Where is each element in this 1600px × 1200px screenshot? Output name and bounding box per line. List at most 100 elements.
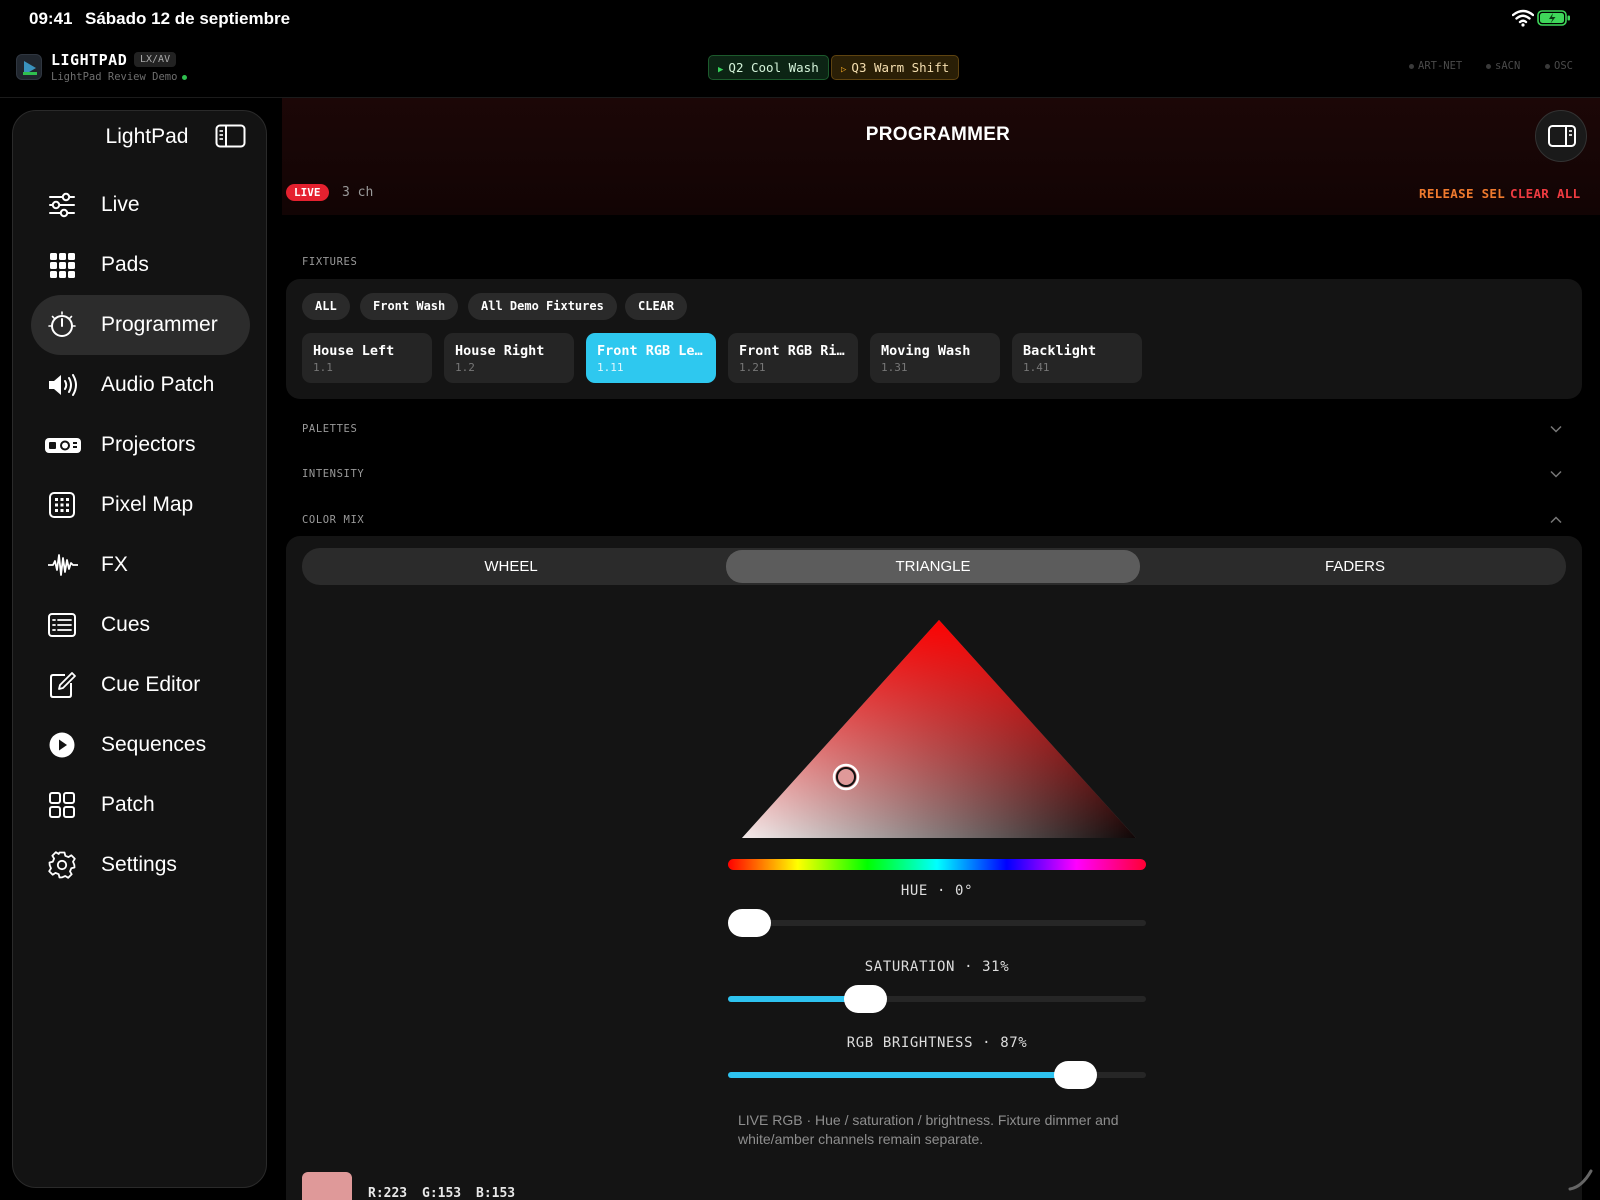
play-icon: ▶ [718, 65, 724, 75]
blue-value: B:153 [476, 1186, 516, 1200]
sidebar-item-label: FX [101, 553, 128, 576]
fixtures-panel: ALL Front Wash All Demo Fixtures CLEAR H… [286, 279, 1582, 399]
sidebar-item-sequences[interactable]: Sequences [31, 715, 250, 775]
mode-tab-faders[interactable]: FADERS [1148, 550, 1562, 583]
sidebar-item-pads[interactable]: Pads [31, 235, 250, 295]
section-label-color-mix[interactable]: COLOR MIX [302, 514, 364, 526]
sidebar-item-cue-editor[interactable]: Cue Editor [31, 655, 250, 715]
fixture-tile[interactable]: Front RGB Ri… 1.21 [728, 333, 858, 383]
sidebar-item-fx[interactable]: FX [31, 535, 250, 595]
mode-tab-wheel[interactable]: WHEEL [304, 550, 718, 583]
list-icon [48, 613, 76, 637]
sidebar-item-audio-patch[interactable]: Audio Patch [31, 355, 250, 415]
brightness-slider[interactable] [728, 1061, 1146, 1089]
saturation-slider-thumb[interactable] [844, 985, 888, 1013]
sidebar-item-label: Cues [101, 613, 151, 636]
sidebar-item-live[interactable]: Live [31, 175, 250, 235]
fixture-tile[interactable]: Backlight 1.41 [1012, 333, 1142, 383]
fixture-tile[interactable]: House Left 1.1 [302, 333, 432, 383]
sidebar-item-cues[interactable]: Cues [31, 595, 250, 655]
sidebar-item-label: Settings [101, 853, 177, 876]
sidebar-item-label: Live [101, 193, 140, 216]
sidebar-item-label: Projectors [101, 433, 196, 456]
sidebar-item-projectors[interactable]: Projectors [31, 415, 250, 475]
saturation-slider[interactable] [728, 985, 1146, 1013]
channel-count: 3 ch [342, 185, 374, 200]
status-date: Sábado 12 de septiembre [85, 9, 291, 28]
color-mix-note: LIVE RGB · Hue / saturation / brightness… [738, 1112, 1119, 1147]
mode-tab-triangle[interactable]: TRIANGLE [726, 550, 1140, 583]
scroll-grabber-icon[interactable] [1568, 1165, 1594, 1191]
sidebar-item-label: Audio Patch [101, 373, 215, 396]
battery-icon [1537, 10, 1570, 26]
sidebar-item-pixel-map[interactable]: Pixel Map [31, 475, 250, 535]
fixture-tile[interactable]: Moving Wash 1.31 [870, 333, 1000, 383]
fixture-tile[interactable]: House Right 1.2 [444, 333, 574, 383]
sidebar-item-label: Pads [101, 253, 149, 276]
sidebar-item-settings[interactable]: Settings [31, 835, 250, 895]
projector-icon [45, 438, 81, 453]
main-content: PROGRAMMER LIVE 3 ch RELEASE SEL CLEAR A… [282, 98, 1600, 1200]
speaker-icon [49, 374, 77, 396]
dial-icon [48, 311, 76, 337]
hue-spectrum-bar[interactable] [728, 859, 1146, 870]
chevron-down-icon[interactable] [1550, 425, 1562, 433]
inspector-toggle-button[interactable] [1535, 110, 1587, 162]
app-subtitle: LightPad Review Demo [51, 71, 188, 83]
color-triangle[interactable] [726, 616, 1146, 846]
group-chip-clear[interactable]: CLEAR [625, 293, 688, 320]
sliders-icon [49, 192, 75, 218]
fixture-address: 1.2 [455, 361, 475, 374]
programmer-header: PROGRAMMER LIVE 3 ch RELEASE SEL CLEAR A… [282, 98, 1600, 215]
sidebar-item-programmer[interactable]: Programmer [31, 295, 250, 355]
chevron-up-icon[interactable] [1550, 516, 1562, 524]
brightness-label: RGB BRIGHTNESS · 87% [846, 1035, 1028, 1051]
sidebar-item-label: Sequences [101, 733, 207, 756]
fixture-address: 1.31 [881, 361, 908, 374]
fixture-tile-selected[interactable]: Front RGB Le… 1.11 [586, 333, 716, 383]
sidebar-item-label: Programmer [101, 313, 218, 336]
section-label-palettes[interactable]: PALETTES [302, 423, 357, 435]
group-chip-all-demo-fixtures[interactable]: All Demo Fixtures [468, 293, 617, 320]
fixture-address: 1.21 [739, 361, 766, 374]
app-logo-icon [16, 54, 42, 80]
group-chip-all[interactable]: ALL [302, 293, 350, 320]
clear-all-button[interactable]: CLEAR ALL [1510, 186, 1580, 201]
chevron-down-icon[interactable] [1550, 470, 1562, 478]
green-value: G:153 [422, 1186, 462, 1200]
brightness-slider-thumb[interactable] [1054, 1061, 1098, 1089]
color-swatch [302, 1172, 352, 1200]
app-header: LIGHTPAD LX/AV LightPad Review Demo ▶ Q2 … [0, 38, 1600, 98]
sidebar-item-label: Patch [101, 793, 155, 816]
page-title: PROGRAMMER [865, 124, 1011, 145]
saturation-label: SATURATION · 31% [864, 959, 1010, 975]
fixture-name: House Right [455, 343, 545, 359]
play-outline-icon: ▷ [841, 65, 847, 75]
app-name: LIGHTPAD [51, 51, 128, 69]
hue-slider[interactable] [728, 909, 1146, 937]
sidebar-item-label: Pixel Map [101, 493, 194, 516]
release-selection-button[interactable]: RELEASE SEL [1419, 186, 1505, 201]
fixture-name: Moving Wash [881, 343, 971, 359]
sidebar-toggle-icon[interactable] [215, 124, 246, 148]
wifi-icon [1512, 9, 1534, 27]
sidebar: LightPad Live Pads Programmer Audio Patc… [12, 110, 267, 1188]
protocol-osc: OSC [1545, 60, 1573, 72]
sidebar-item-patch[interactable]: Patch [31, 775, 250, 835]
section-label-fixtures: FIXTURES [302, 256, 358, 268]
fixture-name: Front RGB Ri… [739, 343, 845, 359]
fixture-name: House Left [313, 343, 395, 359]
fixture-address: 1.1 [313, 361, 333, 374]
group-chip-front-wash[interactable]: Front Wash [360, 293, 459, 320]
red-value: R:223 [368, 1186, 408, 1200]
cue-pill-playing[interactable]: ▶ Q2 Cool Wash [708, 55, 829, 80]
color-mix-panel: WHEEL TRIANGLE FADERS HUE · 0° SATURATIO… [286, 536, 1582, 1200]
live-badge: LIVE [286, 184, 329, 201]
section-label-intensity[interactable]: INTENSITY [302, 468, 364, 480]
sidebar-item-label: Cue Editor [101, 673, 201, 696]
grid-icon [50, 253, 75, 278]
edit-icon [50, 672, 76, 698]
hue-slider-thumb[interactable] [728, 909, 771, 937]
color-mode-segmented-control: WHEEL TRIANGLE FADERS [302, 548, 1566, 585]
cue-pill-next[interactable]: ▷ Q3 Warm Shift [831, 55, 960, 80]
